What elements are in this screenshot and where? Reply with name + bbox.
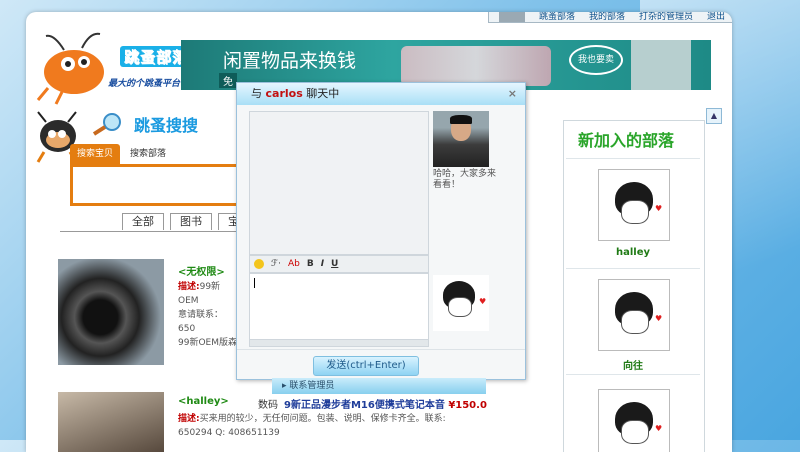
chat-username: carlos: [265, 87, 303, 100]
input-scrollbar[interactable]: [249, 339, 429, 347]
nav-tribe[interactable]: 跳蚤部落: [539, 12, 575, 22]
item-desc: 描述:99新OEM 意请联系：650: [178, 280, 238, 336]
panel-title: 新加入的部落: [578, 131, 675, 150]
avatar[interactable]: ♥: [598, 279, 670, 351]
contact-admin-bar[interactable]: ▸ 联系管理员: [272, 378, 486, 394]
my-avatar: ♥: [433, 275, 489, 331]
nav-admin[interactable]: 打杂的管理员: [639, 12, 693, 22]
nav-logout[interactable]: 退出: [707, 12, 725, 22]
tab-search-goods[interactable]: 搜索宝贝: [70, 144, 120, 164]
scroll-up-button[interactable]: ▲: [706, 108, 722, 124]
format-toolbar: ℱ· Ab B I U: [249, 255, 429, 273]
magnifier-icon: [92, 113, 121, 136]
divider: [566, 158, 700, 159]
contact-text: 意请联系：650: [178, 310, 224, 334]
new-tribes-panel: 新加入的部落 ♥ halley ♥ 向往 ♥: [563, 120, 705, 452]
italic-button[interactable]: I: [321, 259, 324, 269]
avatar[interactable]: ♥: [598, 169, 670, 241]
desc-label: 描述:: [178, 282, 200, 292]
member-card[interactable]: ♥ 向往: [598, 279, 670, 372]
flea-mascot-logo[interactable]: [34, 28, 179, 108]
bold-button[interactable]: B: [307, 259, 314, 269]
banner-model-image: [631, 40, 691, 90]
banner-sell-button[interactable]: 我也要卖: [569, 45, 623, 75]
desc-text: 买来用的较少，无任何问题。包装、说明、保修卡齐全。联系:: [199, 414, 446, 424]
font-button[interactable]: ℱ·: [271, 259, 281, 269]
member-name[interactable]: halley: [598, 247, 668, 258]
peer-status-message: 哈哈，大家多来看看！: [433, 169, 497, 190]
tab-books[interactable]: 图书: [170, 213, 212, 230]
avatar[interactable]: ♥: [598, 389, 670, 452]
chat-titlebar[interactable]: 与 carlos 聊天中 ×: [237, 83, 525, 105]
banner-subtext: 免: [219, 73, 237, 88]
item-image[interactable]: [58, 259, 164, 365]
message-input[interactable]: [249, 273, 429, 341]
item-price: ¥150.0: [448, 400, 487, 411]
banner-headline: 闲置物品来换钱: [223, 50, 357, 72]
member-name[interactable]: 向往: [598, 357, 668, 372]
top-nav: 跳蚤部落 我的部落 打杂的管理员 退出: [488, 12, 732, 23]
text-caret: [254, 278, 255, 288]
tab-all[interactable]: 全部: [122, 213, 164, 230]
item-title-text[interactable]: 9新正品漫步者M16便携式笔记本音: [284, 400, 445, 411]
desc-label: 描述:: [178, 414, 200, 424]
tab-search-tribe[interactable]: 搜索部落: [130, 144, 166, 164]
send-button[interactable]: 发送(ctrl+Enter): [313, 356, 419, 376]
divider: [566, 268, 700, 269]
close-icon[interactable]: ×: [508, 83, 517, 105]
chat-title: 与 carlos 聊天中: [251, 83, 339, 105]
member-card[interactable]: ♥: [598, 389, 670, 452]
item-user[interactable]: <halley>: [178, 396, 229, 407]
member-card[interactable]: ♥ halley: [598, 169, 670, 258]
divider: [566, 374, 700, 375]
banner-goods-image: [401, 46, 551, 86]
chat-dialog: 与 carlos 聊天中 × ℱ· Ab B I U 哈哈，大家多来看看！ ♥ …: [236, 82, 526, 380]
nav-my-tribe[interactable]: 我的部落: [589, 12, 625, 22]
message-history[interactable]: [249, 111, 429, 255]
item-desc: 描述:买来用的较少，无任何问题。包装、说明、保修卡齐全。联系: 650294 Q…: [178, 412, 458, 440]
item-title[interactable]: 9新正品漫步者M16便携式笔记本音 ¥150.0: [284, 396, 487, 411]
color-button[interactable]: Ab: [288, 259, 300, 269]
peer-avatar: [433, 111, 489, 167]
emoticon-icon[interactable]: [254, 259, 264, 269]
underline-button[interactable]: U: [331, 259, 338, 269]
chat-footer: 发送(ctrl+Enter): [237, 349, 525, 380]
logo-subtitle: 最大的个跳蚤平台: [108, 79, 181, 89]
item-footer[interactable]: 99新OEM版森: [178, 336, 237, 350]
home-icon[interactable]: [499, 12, 525, 22]
chat-title-prefix: 与: [251, 87, 262, 100]
item-image[interactable]: [58, 392, 164, 452]
search-title: 跳蚤搜搜: [134, 116, 199, 135]
contact-text: 650294 Q: 408651139: [178, 428, 280, 438]
item-category: 数码: [258, 400, 278, 411]
chat-title-suffix: 聊天中: [306, 87, 340, 100]
item-user[interactable]: <无权限>: [178, 263, 225, 278]
contact-admin-label[interactable]: ▸ 联系管理员: [282, 381, 334, 391]
